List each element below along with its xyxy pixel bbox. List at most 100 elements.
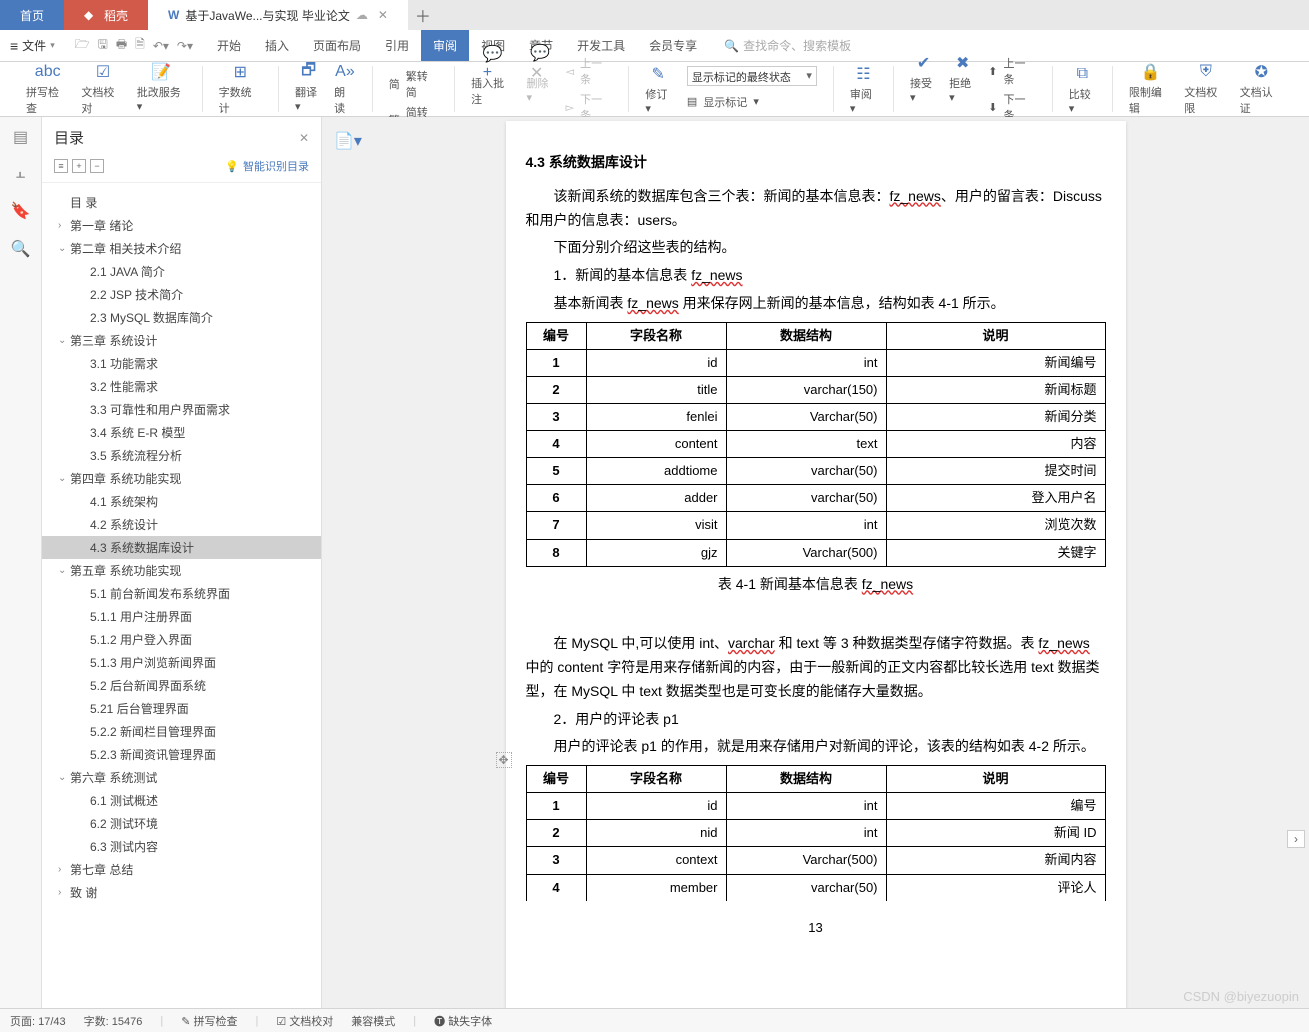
status-compat[interactable]: 兼容模式 [351,1013,395,1029]
collapse-btn-icon[interactable]: − [90,159,104,173]
page-tool-icon[interactable]: 📄▾ [334,131,362,151]
read-aloud-button[interactable]: A»朗读 [328,62,362,116]
toc-item[interactable]: 4.2 系统设计 [42,513,321,536]
table-row: 8gjzVarchar(500)关键字 [526,539,1105,566]
toc-item[interactable]: 5.2.3 新闻资讯管理界面 [42,743,321,766]
prev-change-button[interactable]: ⬆ 上一条 [988,53,1036,89]
compare-button[interactable]: ⧉比较▾ [1063,64,1102,115]
markup-display-select[interactable]: 显示标记的最终状态 [687,66,817,86]
smart-toc-button[interactable]: 💡 智能识别目录 [225,158,309,174]
redo-icon[interactable]: ↷▾ [177,39,193,53]
review-pane-button[interactable]: ☷审阅▾ [844,64,883,115]
toc-item[interactable]: ›第七章 总结 [42,858,321,881]
restrict-edit-button[interactable]: 🔒限制编辑 [1123,62,1178,116]
menu-会员专享[interactable]: 会员专享 [637,30,709,61]
close-tab-icon[interactable]: ✕ [378,8,388,22]
save-icon[interactable]: 🖫 [98,35,108,56]
toc-item[interactable]: ⌄第二章 相关技术介绍 [42,237,321,260]
menu-引用[interactable]: 引用 [373,30,421,61]
toc-item[interactable]: 4.3 系统数据库设计 [42,536,321,559]
print-icon[interactable]: 🖶 [116,35,127,56]
toc-item[interactable]: 5.1.1 用户注册界面 [42,605,321,628]
menu-开始[interactable]: 开始 [205,30,253,61]
toc-item[interactable]: 3.4 系统 E-R 模型 [42,421,321,444]
toc-item[interactable]: ⌄第四章 系统功能实现 [42,467,321,490]
toc-item[interactable]: 3.1 功能需求 [42,352,321,375]
doc-permission-button[interactable]: ⛨文档权限 [1178,62,1233,116]
toc-item[interactable]: 5.1.2 用户登入界面 [42,628,321,651]
toc-item[interactable]: ⌄第六章 系统测试 [42,766,321,789]
toc-item[interactable]: 2.3 MySQL 数据库简介 [42,306,321,329]
document-area[interactable]: 📄▾ 4.3 系统数据库设计 该新闻系统的数据库包含三个表：新闻的基本信息表：f… [322,117,1309,1008]
status-proof[interactable]: ☑ 文档校对 [276,1013,333,1029]
toc-item-label: 3.5 系统流程分析 [90,447,182,464]
review-label: 审阅▾ [850,86,877,115]
translate-label: 翻译▾ [295,84,322,113]
print-preview-icon[interactable]: 🗎 [135,35,145,56]
toc-item[interactable]: 3.2 性能需求 [42,375,321,398]
toc-item[interactable]: 6.3 测试内容 [42,835,321,858]
toc-item[interactable]: 5.2.2 新闻栏目管理界面 [42,720,321,743]
table-move-handle-icon[interactable]: ✥ [496,752,512,768]
toc-item[interactable]: 3.5 系统流程分析 [42,444,321,467]
command-search[interactable]: 🔍 查找命令、搜索模板 [724,37,851,54]
tab-home[interactable]: 首页 [0,0,64,30]
accept-button[interactable]: ✔接受▾ [904,53,943,125]
simp-to-trad-button[interactable]: 简繁转简 [389,66,438,102]
show-markup-button[interactable]: ▤ 显示标记▾ [687,92,817,112]
toc-item[interactable]: 5.21 后台管理界面 [42,697,321,720]
toc-item[interactable]: 6.2 测试环境 [42,812,321,835]
doc-cert-button[interactable]: ✪文档认证 [1234,62,1289,116]
tab-docer[interactable]: ◆ 稻壳 [64,0,148,30]
toc-item[interactable]: 目 录 [42,191,321,214]
track-changes-button[interactable]: ✎修订▾ [639,64,677,115]
speaker-icon: A» [335,62,355,82]
expand-btn-icon[interactable]: + [72,159,86,173]
file-menu[interactable]: ≡ 文件 ▾ [10,37,63,54]
revise-service-button[interactable]: 📝批改服务▾ [131,62,192,116]
toc-close-icon[interactable]: ✕ [299,131,309,145]
document-check-button[interactable]: ☑文档校对 [75,62,130,116]
toc-item[interactable]: 5.1 前台新闻发布系统界面 [42,582,321,605]
toc-item[interactable]: ›第一章 绪论 [42,214,321,237]
toc-item[interactable]: 2.2 JSP 技术简介 [42,283,321,306]
toc-item[interactable]: 3.3 可靠性和用户界面需求 [42,398,321,421]
scroll-right-icon[interactable]: › [1287,830,1305,848]
reject-button[interactable]: ✖拒绝▾ [943,53,982,125]
translate-button[interactable]: 🗗翻译▾ [289,62,328,116]
toc-item[interactable]: 4.1 系统架构 [42,490,321,513]
toc-item-label: 第五章 系统功能实现 [70,562,181,579]
toc-item[interactable]: 5.2 后台新闻界面系统 [42,674,321,697]
table-cell: title [586,376,726,403]
table-cell: 新闻内容 [886,847,1105,874]
find-icon[interactable]: 🔍 [11,239,31,259]
status-wordcount[interactable]: 字数: 15476 [84,1013,143,1029]
toc-item[interactable]: 5.1.3 用户浏览新闻界面 [42,651,321,674]
menu-页面布局[interactable]: 页面布局 [301,30,373,61]
toc-item[interactable]: ⌄第五章 系统功能实现 [42,559,321,582]
undo-icon[interactable]: ↶▾ [153,39,169,53]
cloud-icon: ☁ [356,8,368,22]
status-missing-font[interactable]: 🅣 缺失字体 [434,1013,492,1029]
toc-item[interactable]: 6.1 测试概述 [42,789,321,812]
bookmark-icon[interactable]: 🔖 [11,201,31,221]
outline-icon[interactable]: ▤ [13,127,28,147]
spellcheck-button[interactable]: abc拼写检查 [20,62,75,116]
status-spellcheck[interactable]: ✎ 拼写检查 [181,1013,237,1029]
table-cell: Varchar(500) [726,539,886,566]
toc-item[interactable]: 2.1 JAVA 简介 [42,260,321,283]
wordcount-button[interactable]: ⊞字数统计 [213,62,268,116]
new-tab-button[interactable]: ＋ [408,0,438,30]
section-icon[interactable]: ⫠ [16,165,26,183]
status-page[interactable]: 页面: 17/43 [10,1013,66,1029]
menu-审阅[interactable]: 审阅 [421,30,469,61]
open-icon[interactable]: 🗁 [75,35,90,56]
toc-item[interactable]: ⌄第三章 系统设计 [42,329,321,352]
toc-item[interactable]: ›致 谢 [42,881,321,904]
revise-icon: 📝 [151,62,171,82]
insert-comment-button[interactable]: 💬+插入批注 [465,53,520,125]
menu-插入[interactable]: 插入 [253,30,301,61]
collapse-all-icon[interactable]: ≡ [54,159,68,173]
tab-active-document[interactable]: W 基于JavaWe...与实现 毕业论文 ☁ ✕ [148,0,408,30]
page-number: 13 [526,917,1106,939]
